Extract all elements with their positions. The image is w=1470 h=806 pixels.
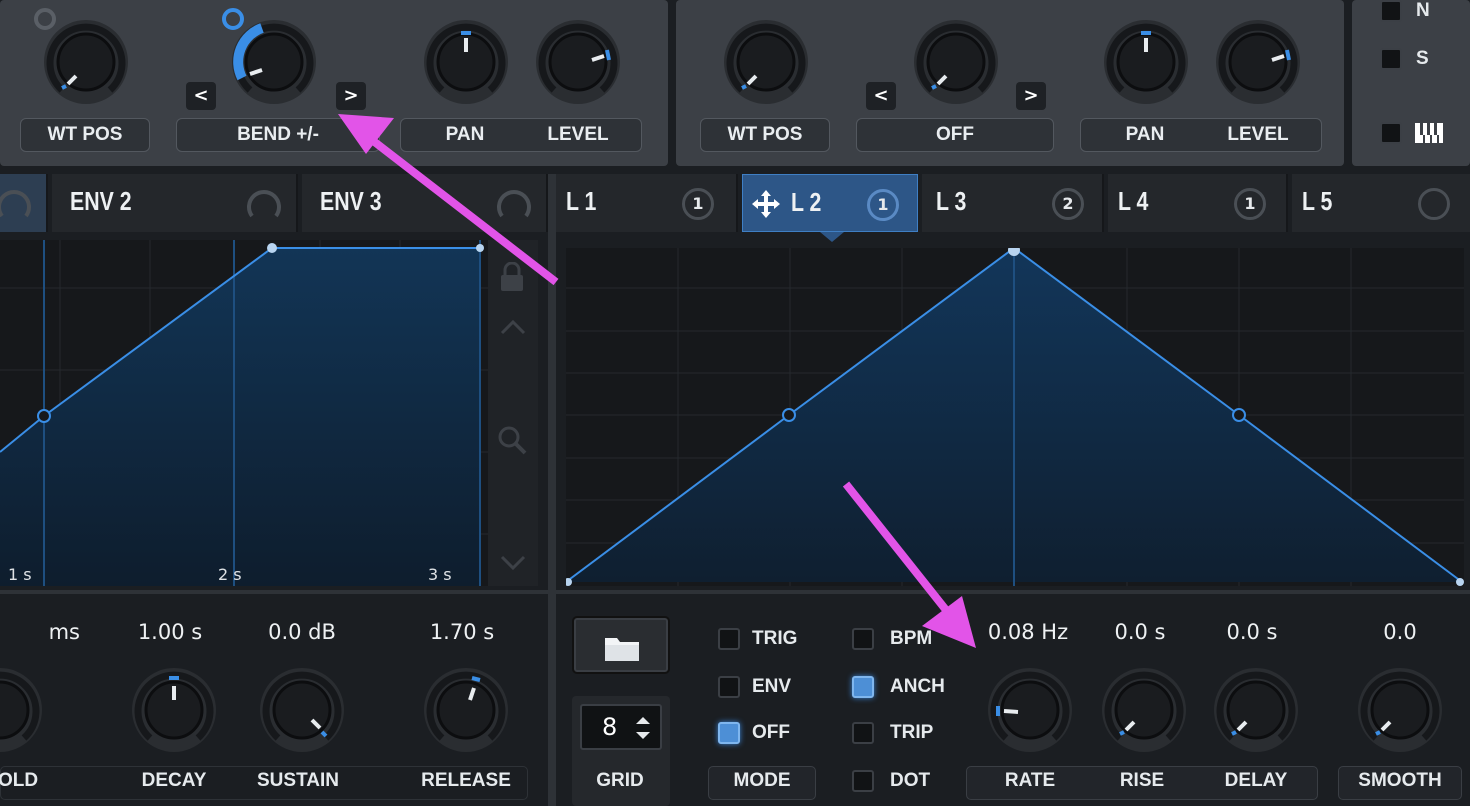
arrow-to-bend <box>369 136 559 286</box>
arrow-head-rate <box>922 596 976 648</box>
arrow-to-rate <box>842 481 950 613</box>
annotation-arrows <box>338 114 976 648</box>
